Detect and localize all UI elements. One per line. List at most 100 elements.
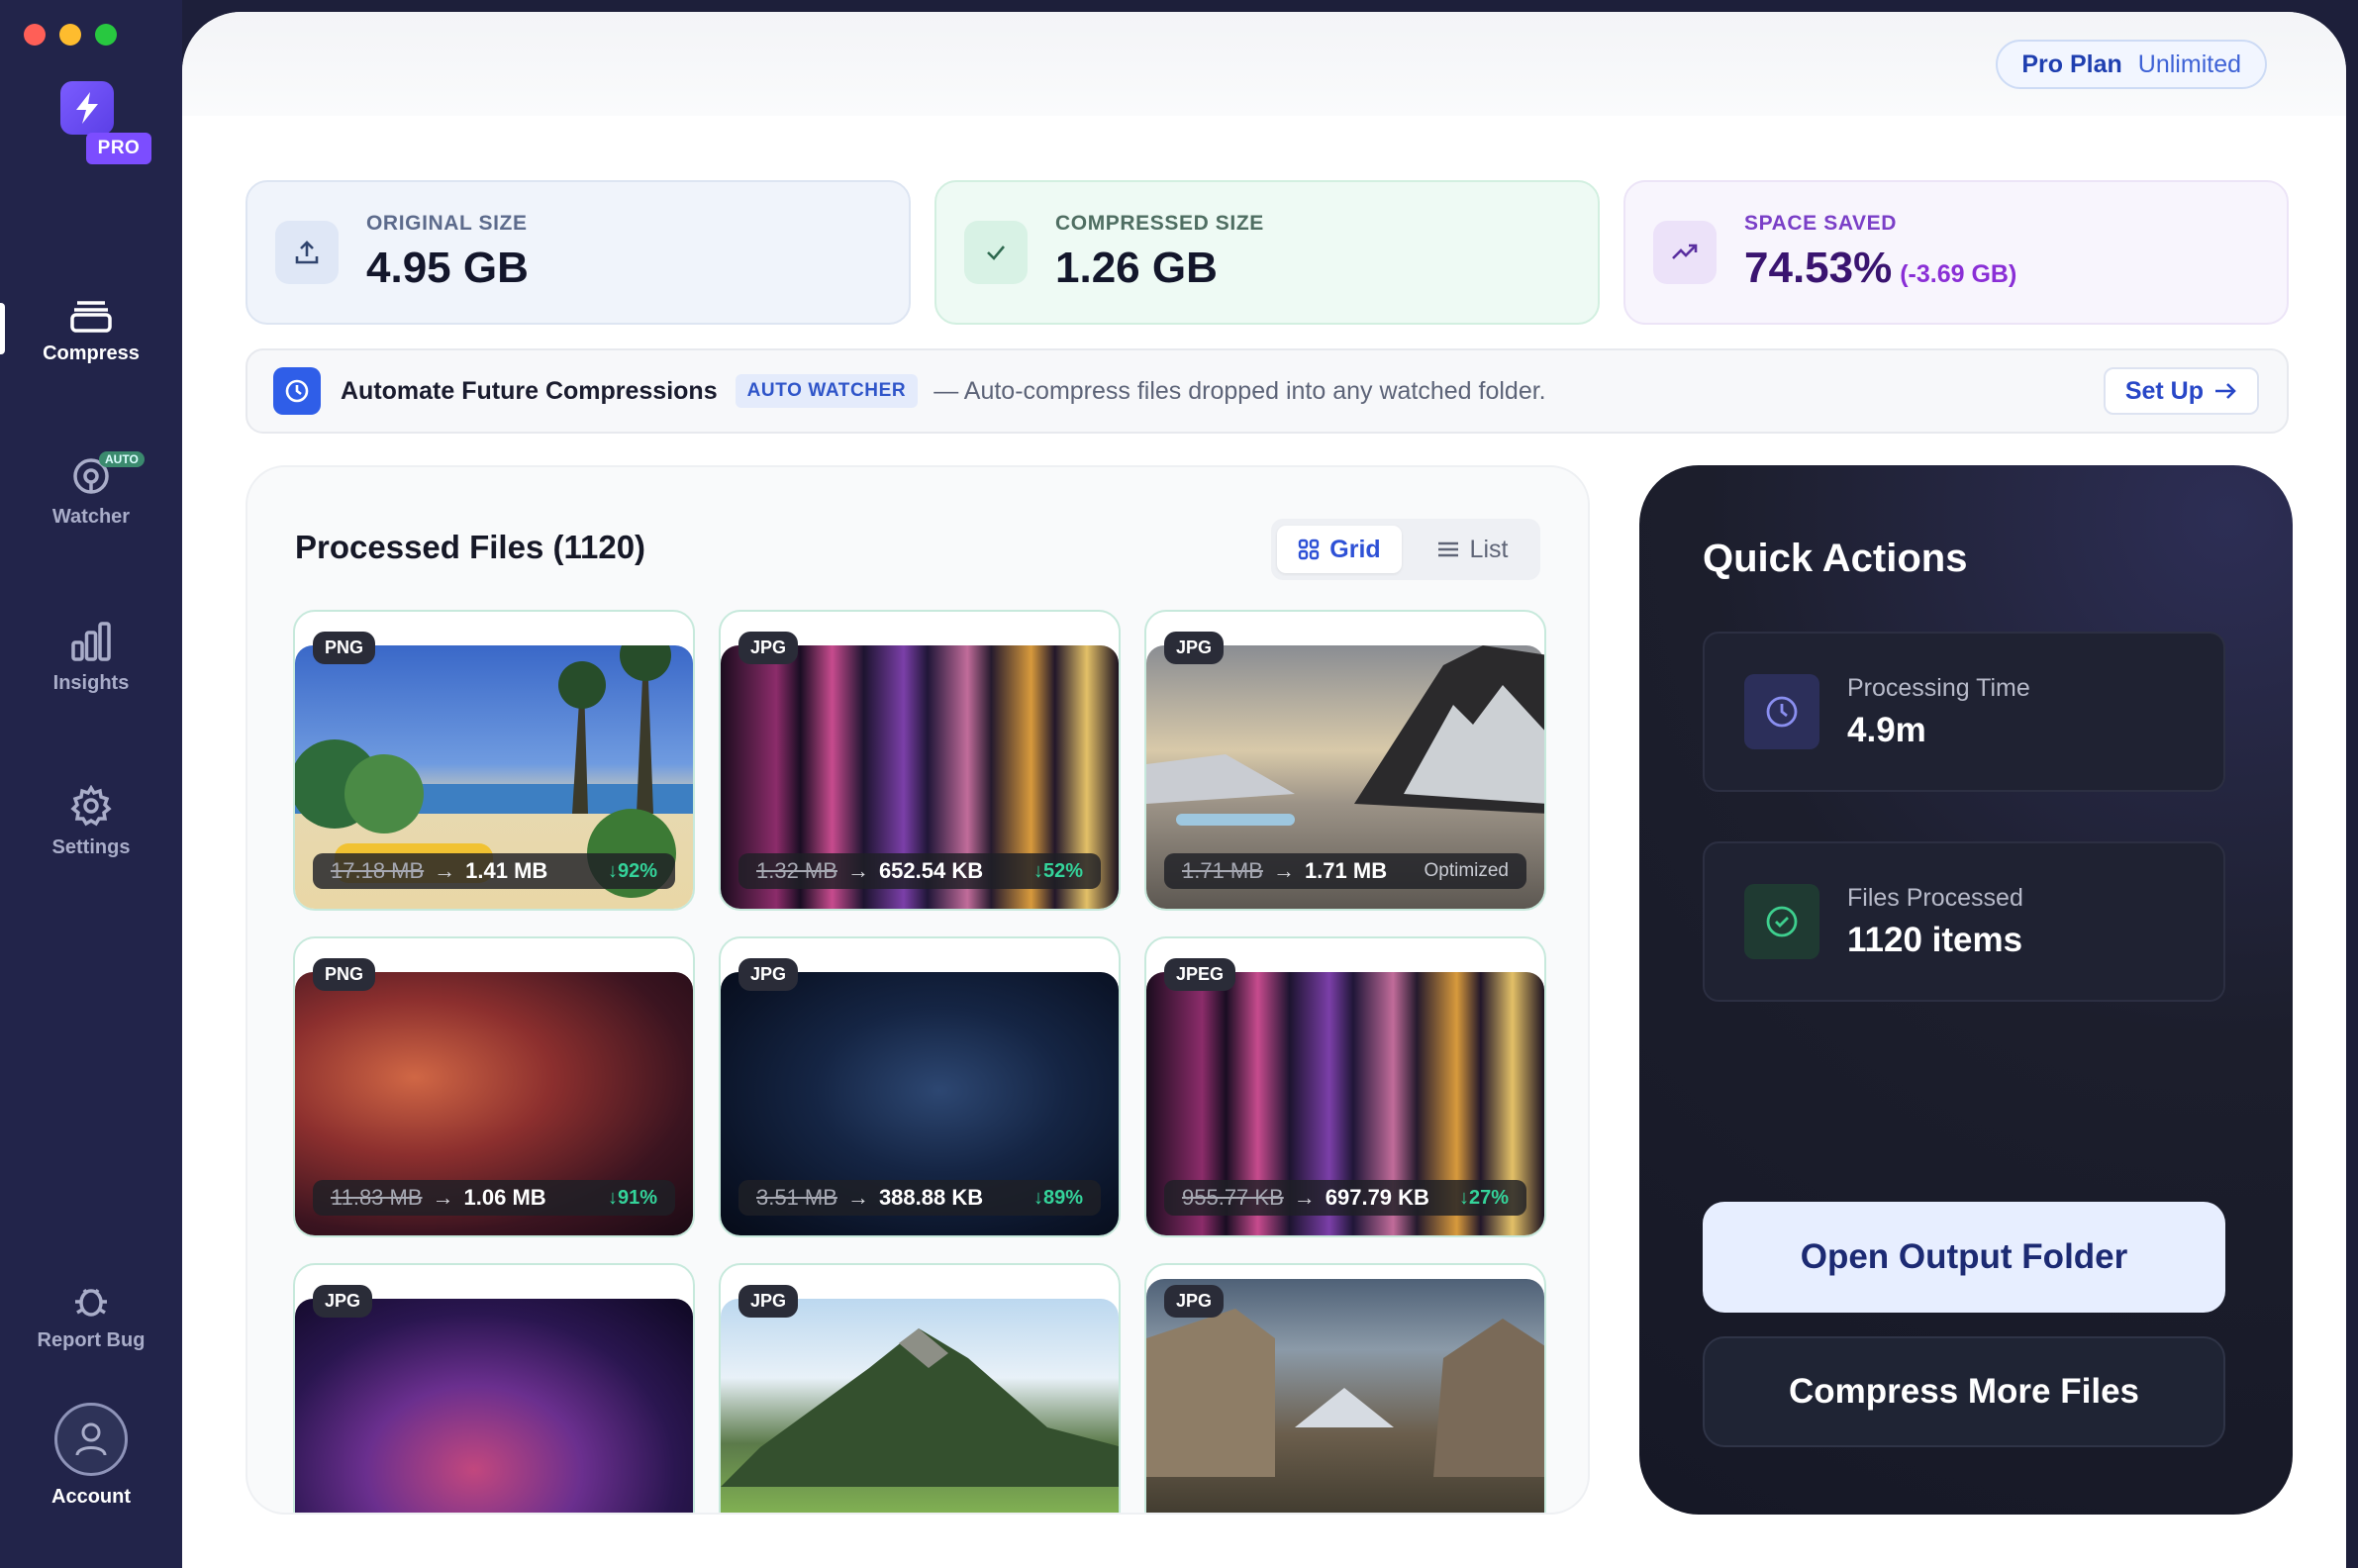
arrow-icon: → (434, 858, 456, 883)
original-file-size: 17.18 MB (331, 858, 425, 883)
original-file-size: 11.83 MB (331, 1185, 423, 1210)
compressed-file-size: 1.71 MB (1304, 858, 1388, 883)
view-toggle: Grid List (1271, 519, 1540, 580)
size-info: 17.18 MB → 1.41 MB ↓92% (313, 853, 675, 889)
format-badge: JPG (738, 1285, 799, 1318)
format-badge: JPEG (1164, 958, 1236, 991)
format-badge: JPG (1164, 632, 1225, 664)
file-card[interactable]: JPG 1.71 MB → 1.71 MB Optimized (1144, 610, 1546, 911)
format-badge: PNG (313, 632, 376, 664)
bar-chart-icon (71, 621, 111, 661)
quick-actions-panel: Quick Actions Processing Time 4.9m Files… (1639, 465, 2293, 1515)
grid-icon (1299, 539, 1320, 560)
automate-banner: Automate Future Compressions AUTO WATCHE… (246, 348, 2289, 434)
format-badge: JPG (738, 958, 799, 991)
processing-time-value: 4.9m (1847, 710, 1926, 749)
size-info: 3.51 MB → 388.88 KB ↓89% (738, 1180, 1101, 1216)
arrow-icon: → (846, 858, 869, 883)
file-card[interactable]: JPEG 955.77 KB → 697.79 KB ↓27% (1144, 936, 1546, 1237)
nav-report-bug[interactable]: Report Bug (0, 1257, 182, 1376)
check-circle-icon (1744, 884, 1819, 959)
original-file-size: 3.51 MB (756, 1185, 837, 1210)
nav-watcher-label: Watcher (51, 505, 131, 528)
bug-icon (75, 1288, 107, 1317)
file-card[interactable]: PNG 17.18 MB → 1.41 MB ↓92% (293, 610, 695, 911)
original-file-size: 1.71 MB (1182, 858, 1263, 883)
plan-tier: Unlimited (2137, 49, 2241, 78)
reduction-percent: ↓89% (1032, 1186, 1083, 1209)
format-badge: JPG (313, 1285, 373, 1318)
compressed-file-size: 652.54 KB (878, 858, 984, 883)
file-thumbnail (295, 1299, 693, 1513)
nav-compress-label: Compress (43, 342, 140, 364)
file-card[interactable]: JPG 1.32 MB → 652.54 KB ↓52% (719, 610, 1121, 911)
maximize-window-button[interactable] (95, 24, 117, 46)
size-info: 1.71 MB → 1.71 MB Optimized (1164, 853, 1526, 889)
compressed-file-size: 1.06 MB (463, 1185, 546, 1210)
trend-up-icon (1653, 221, 1717, 284)
space-saved-label: SPACE SAVED (1744, 212, 1898, 235)
space-saved-card: SPACE SAVED 74.53% (-3.69 GB) (1623, 180, 2289, 325)
nav-insights[interactable]: Insights (0, 598, 182, 717)
list-icon (1437, 541, 1458, 557)
compressed-file-size: 388.88 KB (878, 1185, 984, 1210)
arrow-icon: → (1293, 1185, 1316, 1210)
original-size-label: ORIGINAL SIZE (366, 212, 528, 235)
arrow-icon: → (846, 1185, 869, 1210)
set-up-button[interactable]: Set Up (2103, 367, 2259, 415)
original-size-value: 4.95 GB (366, 244, 529, 292)
clock-icon (273, 367, 321, 415)
format-badge: JPG (1164, 1285, 1225, 1318)
original-file-size: 1.32 MB (756, 858, 837, 883)
nav-settings-label: Settings (51, 835, 131, 858)
compressed-file-size: 1.41 MB (465, 858, 548, 883)
files-processed-label: Files Processed (1847, 883, 2023, 912)
open-output-folder-button[interactable]: Open Output Folder (1703, 1202, 2225, 1313)
auto-tag: AUTO (99, 451, 145, 467)
gear-icon (70, 784, 112, 826)
file-card[interactable]: JPG (719, 1263, 1121, 1513)
size-info: 11.83 MB → 1.06 MB ↓91% (313, 1180, 675, 1216)
compress-more-files-button[interactable]: Compress More Files (1703, 1336, 2225, 1447)
auto-watcher-tag: AUTO WATCHER (735, 374, 919, 408)
files-processed-card: Files Processed 1120 items (1703, 841, 2225, 1002)
nav-account[interactable]: Account (0, 1386, 182, 1524)
main-panel: Pro Plan Unlimited ORIGINAL SIZE 4.95 GB… (182, 12, 2346, 1568)
nav-compress[interactable]: Compress (0, 269, 182, 388)
nav-settings[interactable]: Settings (0, 762, 182, 881)
nav-insights-label: Insights (52, 671, 130, 694)
reduction-percent: ↓27% (1458, 1186, 1509, 1209)
compressed-file-size: 697.79 KB (1325, 1185, 1429, 1210)
file-card[interactable]: JPG (1144, 1263, 1546, 1513)
compressed-size-card: COMPRESSED SIZE 1.26 GB (934, 180, 1600, 325)
file-thumbnail (721, 1299, 1119, 1513)
size-info: 955.77 KB → 697.79 KB ↓27% (1164, 1180, 1526, 1216)
format-badge: JPG (738, 632, 799, 664)
reduction-percent: ↓92% (607, 859, 657, 882)
list-view-button[interactable]: List (1410, 526, 1534, 573)
grid-view-button[interactable]: Grid (1277, 526, 1402, 573)
file-card[interactable]: JPG 3.51 MB → 388.88 KB ↓89% (719, 936, 1121, 1237)
pro-badge: PRO (86, 133, 151, 164)
nav-account-label: Account (51, 1485, 131, 1508)
size-info: 1.32 MB → 652.54 KB ↓52% (738, 853, 1101, 889)
nav-watcher[interactable]: AUTO Watcher (0, 432, 182, 550)
compressed-size-value: 1.26 GB (1055, 244, 1218, 292)
automate-description: — Auto-compress files dropped into any w… (933, 376, 1546, 405)
avatar[interactable] (54, 1402, 128, 1476)
space-saved-percent: 74.53% (1744, 244, 1893, 292)
processed-files-panel: Processed Files (1120) Grid List PNG 17.… (246, 465, 1590, 1515)
quick-actions-title: Quick Actions (1703, 537, 1968, 580)
file-card[interactable]: PNG 11.83 MB → 1.06 MB ↓91% (293, 936, 695, 1237)
minimize-window-button[interactable] (59, 24, 81, 46)
close-window-button[interactable] (24, 24, 46, 46)
plan-name: Pro Plan (2021, 49, 2122, 78)
original-file-size: 955.77 KB (1182, 1185, 1284, 1210)
compressed-size-label: COMPRESSED SIZE (1055, 212, 1264, 235)
sidebar: PRO Compress AUTO Watcher Insights Setti… (0, 0, 182, 1568)
processing-time-label: Processing Time (1847, 673, 2030, 702)
set-up-label: Set Up (2124, 376, 2204, 405)
stack-icon (70, 300, 112, 333)
file-card[interactable]: JPG (293, 1263, 695, 1513)
plan-pill[interactable]: Pro Plan Unlimited (1996, 40, 2267, 89)
